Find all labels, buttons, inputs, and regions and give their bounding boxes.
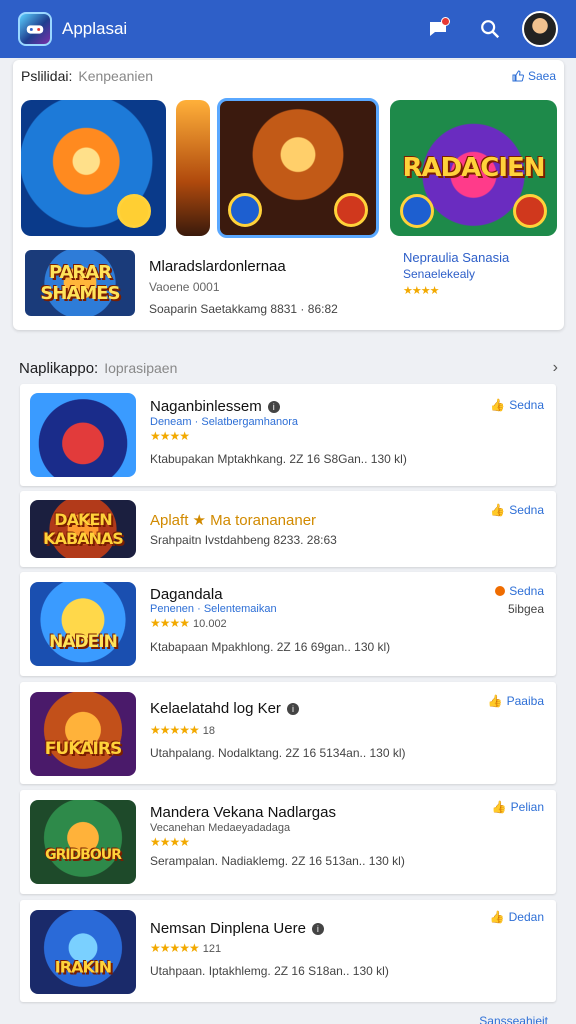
install-button[interactable]: 👍 Sedna: [490, 503, 544, 517]
app-stats: Utahpaan. Iptakhlemg. 2Z 16 S18an.. 130 …: [150, 964, 389, 978]
status-dot: [495, 586, 506, 596]
info-icon: i: [267, 401, 280, 413]
app-icon-fukairs: FUKAIRS: [30, 692, 136, 776]
thumbs-up-icon: 👍: [490, 503, 506, 517]
featured-section: Pslilidai: Kenpeanien Saea RADACIEN PARA…: [13, 60, 564, 330]
thumbs-up-icon: 👍: [487, 694, 503, 708]
featured-app-meta: Vaoene 0001: [149, 280, 220, 294]
top-app-bar: Applasai: [0, 0, 576, 58]
chevron-right-icon[interactable]: ›: [553, 359, 558, 377]
app-developer: Vecanehan Medaeyadadaga: [150, 822, 291, 834]
app-title: Applasai: [62, 19, 128, 38]
chat-icon[interactable]: [418, 9, 458, 49]
featured-thumb-title: PARAR SHAMES: [40, 262, 120, 304]
app-stats: Srahpaitn Ivstdahbeng 8233. 28:63: [150, 533, 337, 547]
list-item[interactable]: DAKEN KABANAS Aplaft ★ Ma toranananer Sr…: [20, 491, 556, 567]
app-name: Aplaft ★ Ma toranananer: [150, 512, 317, 529]
app-rating: ★★★★★ 121: [150, 941, 222, 955]
install-button[interactable]: 👍 Sedna: [490, 398, 544, 412]
app-icon-gridbour: GRIDBOUR: [30, 800, 136, 884]
featured-app-stats: Soaparin Saetakkamg 8831 · 86:82: [149, 302, 338, 316]
app-list-title: Naplikappo:: [19, 359, 99, 377]
app-name: Nemsan Dinplena Uere i: [150, 920, 324, 937]
app-name: Kelaelatahd log Ker i: [150, 700, 299, 717]
thumbs-up-icon: 👍: [489, 910, 505, 924]
featured-see-all-button[interactable]: Saea: [512, 69, 556, 83]
featured-app-title: Mlaradslardonlernaa: [149, 258, 286, 275]
list-item[interactable]: NADEIN Dagandala Penenen · Selentemaikan…: [20, 572, 556, 676]
app-stats: Ktabupakan Mptakhkang. 2Z 16 S8Gan.. 130…: [150, 452, 407, 466]
game-controller-icon[interactable]: [18, 12, 52, 46]
list-item[interactable]: IRAKIN Nemsan Dinplena Uere i ★★★★★ 121 Ut…: [20, 900, 556, 1002]
search-icon[interactable]: [470, 9, 510, 49]
app-rating: ★★★★★ 18: [150, 723, 216, 737]
info-icon: i: [286, 703, 299, 715]
app-rating: ★★★★: [150, 835, 190, 849]
install-button[interactable]: 👍 Dedan: [490, 910, 544, 924]
banner-title: RADACIEN: [402, 153, 545, 183]
install-button[interactable]: Sedna: [495, 584, 544, 598]
app-name: Dagandala: [150, 586, 223, 603]
list-item[interactable]: Naganbinlessem i Deneam · Selatbergamhano…: [20, 384, 556, 486]
app-rating: ★★★★ 10.002: [150, 616, 227, 630]
app-developer: Deneam · Selatbergamhanora: [150, 416, 298, 428]
app-stats: Ktabapaan Mpakhlong. 2Z 16 69gan.. 130 k…: [150, 640, 391, 654]
avatar[interactable]: [522, 11, 558, 47]
featured-app-row[interactable]: PARAR SHAMES Mlaradslardonlernaa Vaoene …: [25, 246, 555, 316]
install-button[interactable]: 👍 Pelian: [492, 800, 544, 814]
app-stats: Serampalan. Nadiaklemg. 2Z 16 513an.. 13…: [150, 854, 405, 868]
featured-app-thumbnail[interactable]: PARAR SHAMES: [25, 250, 135, 316]
app-icon-car: [30, 393, 136, 477]
list-item[interactable]: GRIDBOUR Mandera Vekana Nadlargas Vecane…: [20, 790, 556, 894]
see-more-link[interactable]: Sansseahieit: [479, 1014, 548, 1024]
featured-see-all-label: Saea: [527, 69, 556, 83]
app-rating: ★★★★: [150, 429, 190, 443]
app-name: Mandera Vekana Nadlargas: [150, 804, 336, 821]
featured-title: Pslilidai:: [21, 68, 73, 84]
app-name: Naganbinlessem i: [150, 398, 280, 415]
featured-header: Pslilidai: Kenpeanien Saea: [13, 60, 564, 92]
app-icon-nadein: NADEIN: [30, 582, 136, 666]
thumbs-up-icon: [512, 70, 524, 82]
app-icon-irakin: IRAKIN: [30, 910, 136, 994]
notification-badge: [441, 17, 450, 26]
banner-hero-1[interactable]: [21, 100, 166, 236]
featured-side-rating: ★★★★: [403, 285, 439, 297]
banner-hero-2[interactable]: [176, 100, 210, 236]
list-item[interactable]: FUKAIRS Kelaelatahd log Ker i ★★★★★ 18 Uta…: [20, 682, 556, 784]
featured-subtitle: Kenpeanien: [78, 68, 154, 84]
app-list-header: Naplikappo: Ioprasipaen ›: [13, 354, 564, 382]
app-icon-kabanas: DAKEN KABANAS: [30, 500, 136, 558]
banner-carousel[interactable]: RADACIEN: [21, 98, 561, 238]
featured-side-title[interactable]: Nepraulia Sanasia: [403, 250, 509, 265]
featured-side-subtitle: Senaelekealy: [403, 267, 476, 281]
app-size: 5ibgea: [507, 602, 544, 616]
thumbs-up-icon: 👍: [490, 398, 506, 412]
banner-hero-4[interactable]: RADACIEN: [390, 100, 557, 236]
install-button[interactable]: 👍 Paaiba: [488, 694, 544, 708]
banner-hero-3[interactable]: [217, 98, 379, 238]
app-list-subtitle: Ioprasipaen: [104, 360, 178, 376]
app-developer: Penenen · Selentemaikan: [150, 603, 277, 615]
app-stats: Utahpalang. Nodalktang. 2Z 16 5134an.. 1…: [150, 746, 406, 760]
thumbs-up-icon: 👍: [491, 800, 507, 814]
info-icon: i: [311, 923, 324, 935]
